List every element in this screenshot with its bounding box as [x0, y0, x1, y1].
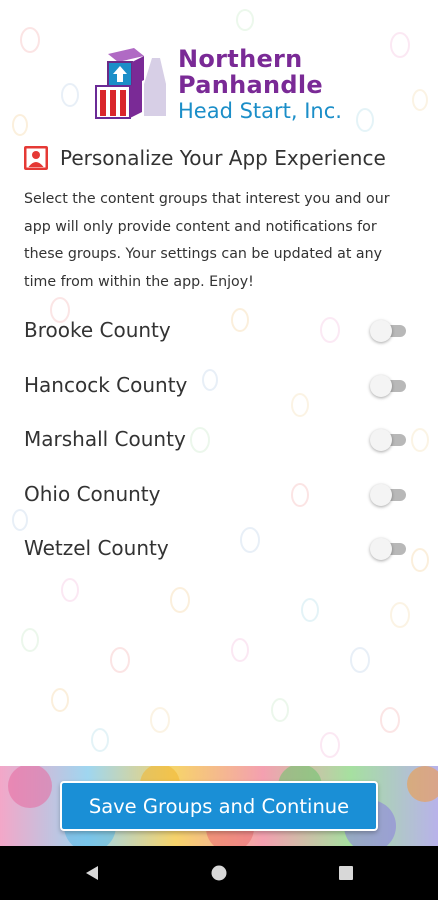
group-label: Ohio Conunty [24, 481, 161, 506]
marshall-county-toggle[interactable] [370, 429, 406, 451]
group-label: Wetzel County [24, 536, 169, 560]
organization-logo: Northern Panhandle Head Start, Inc. [94, 44, 354, 124]
person-icon [24, 146, 48, 170]
logo-line-2: Panhandle [178, 71, 323, 99]
toy-blocks-logo-icon [95, 48, 166, 119]
group-label: Marshall County [24, 427, 186, 451]
save-groups-button[interactable]: Save Groups and Continue [60, 781, 378, 831]
wetzel-county-toggle[interactable] [370, 538, 406, 560]
page-title: Personalize Your App Experience [60, 146, 386, 170]
home-circle-icon[interactable] [209, 863, 229, 883]
group-row-wetzel-county: Wetzel County [24, 524, 409, 579]
group-label: Hancock County [24, 372, 188, 397]
group-row-marshall-county: Marshall County [24, 415, 409, 470]
group-row-ohio-county: Ohio Conunty [24, 470, 409, 525]
content-groups-list: Brooke County Hancock County Marshall Co… [24, 306, 409, 579]
group-row-hancock-county: Hancock County [24, 361, 409, 416]
ohio-county-toggle[interactable] [370, 483, 406, 506]
back-triangle-icon[interactable] [82, 863, 102, 883]
intro-text: Select the content groups that interest … [24, 191, 390, 290]
group-row-brooke-county: Brooke County [24, 306, 409, 361]
toggle-thumb [370, 538, 392, 560]
toggle-thumb [370, 429, 392, 451]
brooke-county-toggle[interactable] [370, 320, 406, 342]
toggle-thumb [370, 483, 392, 506]
group-label: Brooke County [24, 318, 171, 342]
recents-square-icon[interactable] [336, 863, 356, 883]
logo-line-3: Head Start, Inc. [178, 99, 342, 123]
toggle-thumb [370, 320, 392, 342]
logo-line-1: Northern [178, 45, 303, 73]
logo-wordmark: Northern Panhandle Head Start, Inc. [178, 46, 342, 124]
hancock-county-toggle[interactable] [370, 374, 406, 397]
toggle-thumb [370, 374, 392, 397]
page-heading: Personalize Your App Experience [24, 146, 386, 170]
system-navigation-bar [0, 846, 438, 900]
